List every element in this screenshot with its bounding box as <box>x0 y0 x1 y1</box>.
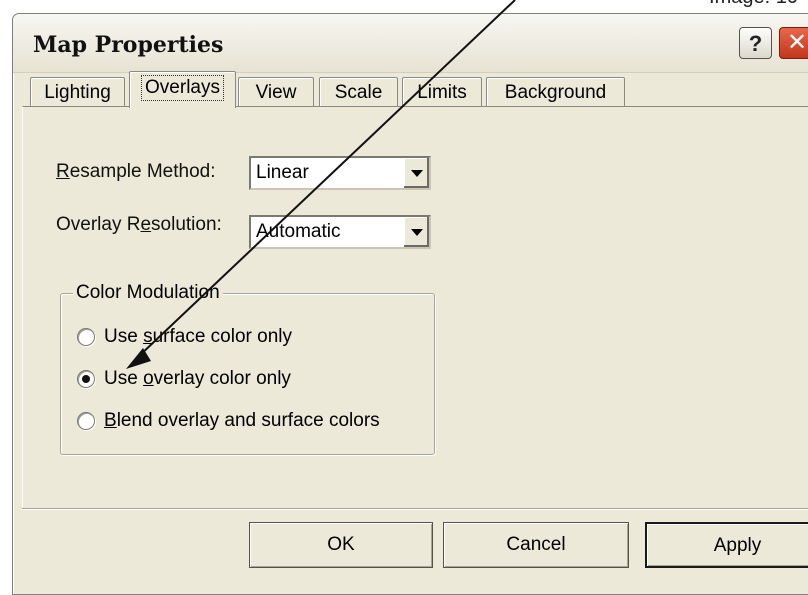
radio-blend-overlay-surface[interactable]: Blend overlay and surface colors <box>77 408 380 434</box>
chevron-down-icon[interactable] <box>403 158 429 188</box>
tab-label: Lighting <box>44 82 111 103</box>
select-value: Linear <box>256 162 309 183</box>
image-caption: Image: 10 <box>709 0 798 9</box>
apply-button[interactable]: Apply <box>645 522 808 568</box>
group-legend: Color Modulation <box>73 282 223 304</box>
close-icon: ✕ <box>786 29 808 56</box>
accelerator-key: R <box>56 161 70 182</box>
label-text: Use <box>104 368 144 389</box>
ok-button[interactable]: OK <box>249 522 433 568</box>
tab-label: Background <box>504 82 607 103</box>
overlay-resolution-select[interactable]: Automatic <box>249 215 431 249</box>
dialog-title: Map Properties <box>33 32 224 58</box>
resample-method-label: Resample Method: <box>56 161 215 183</box>
label-text: urface color only <box>152 326 292 347</box>
accelerator-key: o <box>143 368 154 389</box>
tab-overlays[interactable]: Overlays <box>129 71 236 108</box>
footer-divider <box>22 508 808 510</box>
label-text: lend overlay and surface colors <box>116 410 380 431</box>
accelerator-key: B <box>104 410 117 431</box>
tab-label: Overlays <box>141 75 224 101</box>
color-modulation-group: Color Modulation Use surface color only … <box>60 282 435 455</box>
tab-label: View <box>255 82 297 103</box>
select-value: Automatic <box>256 221 341 242</box>
radio-button[interactable] <box>77 412 95 430</box>
radio-label: Use surface color only <box>104 326 292 348</box>
radio-button-checked[interactable] <box>77 370 95 388</box>
tab-limits[interactable]: Limits <box>402 77 482 107</box>
tab-label: Scale <box>334 82 383 103</box>
accelerator-key: e <box>140 214 152 235</box>
radio-surface-color-only[interactable]: Use surface color only <box>77 324 292 350</box>
close-button[interactable]: ✕ <box>779 27 808 59</box>
accelerator-key: s <box>143 326 153 347</box>
label-text: Use <box>104 326 144 347</box>
resample-method-select[interactable]: Linear <box>249 156 431 190</box>
radio-label: Blend overlay and surface colors <box>104 410 380 432</box>
radio-overlay-color-only[interactable]: Use overlay color only <box>77 366 291 392</box>
tab-scale[interactable]: Scale <box>319 77 398 107</box>
label-text: solution: <box>151 214 222 235</box>
radio-label: Use overlay color only <box>104 368 291 390</box>
radio-button[interactable] <box>77 328 95 346</box>
overlay-resolution-label: Overlay Resolution: <box>56 214 222 236</box>
help-button[interactable]: ? <box>739 27 772 59</box>
cancel-button[interactable]: Cancel <box>443 522 629 568</box>
tab-view[interactable]: View <box>238 77 314 107</box>
title-bar[interactable]: Map Properties ? ✕ <box>13 14 808 73</box>
label-text: verlay color only <box>153 368 291 389</box>
tab-lighting[interactable]: Lighting <box>30 77 125 107</box>
tab-label: Limits <box>417 82 467 103</box>
chevron-down-icon[interactable] <box>403 217 429 247</box>
label-text: esample Method: <box>69 161 216 182</box>
tab-background[interactable]: Background <box>486 77 625 107</box>
label-text: Overlay R <box>56 214 141 235</box>
question-icon: ? <box>748 31 763 56</box>
